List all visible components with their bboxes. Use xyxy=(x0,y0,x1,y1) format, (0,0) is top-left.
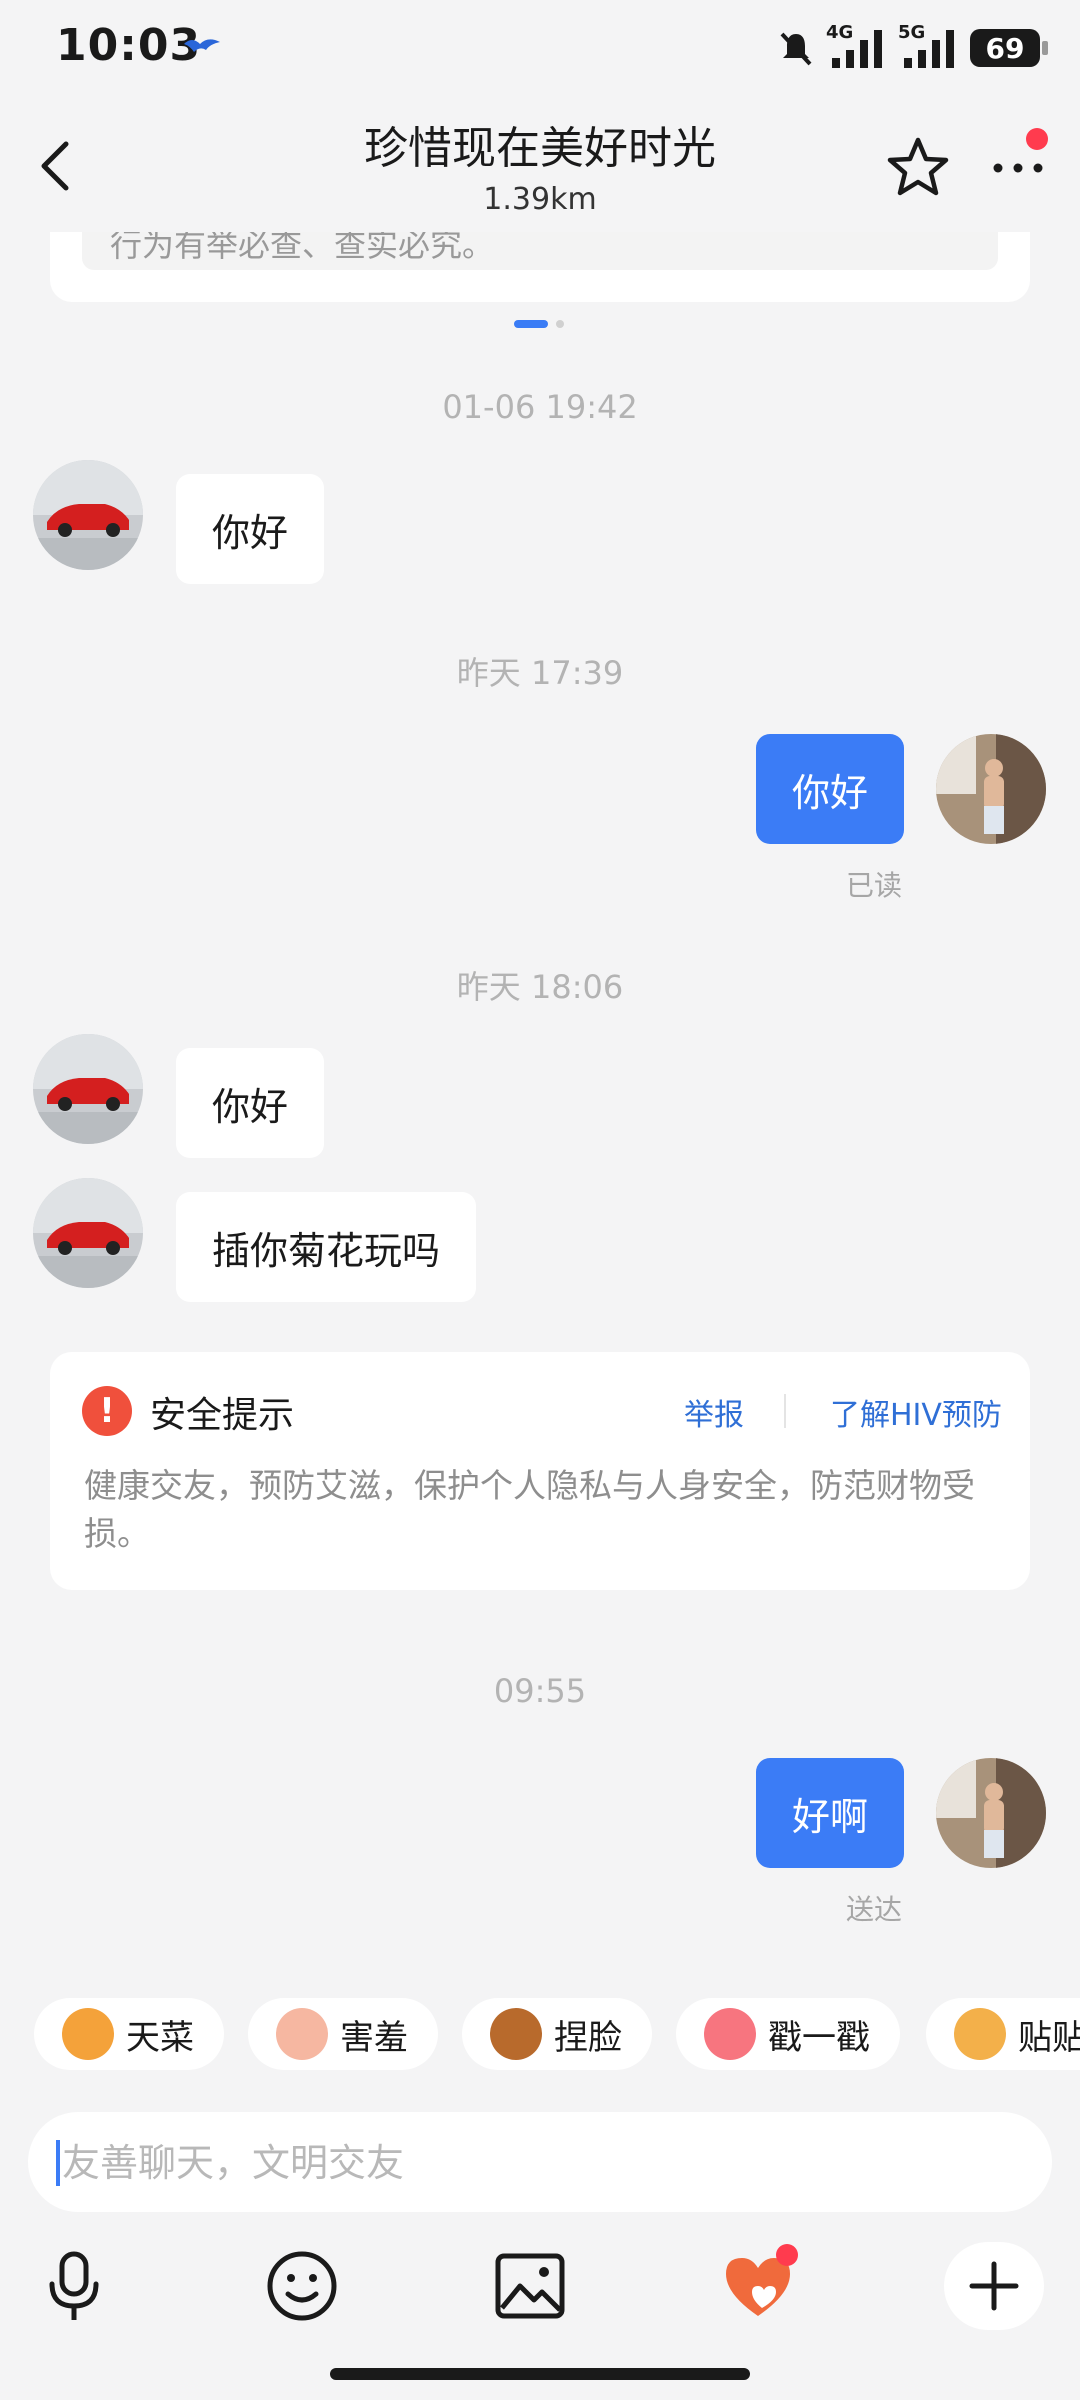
favorite-star-button[interactable] xyxy=(884,134,952,202)
message-input-box[interactable] xyxy=(28,2112,1052,2214)
status-indicators: 4G 5G 69 xyxy=(776,22,1048,72)
bear-icon xyxy=(490,2008,542,2060)
reaction-label: 贴贴 xyxy=(1018,2017,1080,2058)
hiv-prevention-link[interactable]: 了解HIV预防 xyxy=(830,1390,1002,1434)
outgoing-message[interactable]: 你好 xyxy=(756,734,905,844)
reaction-chip-poke[interactable]: 戳一戳 xyxy=(676,1998,900,2070)
incoming-message[interactable]: 你好 xyxy=(176,1048,325,1158)
reaction-chip-shy[interactable]: 害羞 xyxy=(248,1998,438,2070)
my-avatar[interactable] xyxy=(936,734,1046,844)
read-status: 已读 xyxy=(846,869,903,902)
reaction-chip-hug[interactable]: 贴贴 xyxy=(926,1998,1080,2070)
car-avatar-image xyxy=(33,460,143,570)
outgoing-message[interactable]: 好啊 xyxy=(756,1758,905,1868)
battery-indicator: 69 xyxy=(970,29,1048,67)
reaction-chip-tiancai[interactable]: 天菜 xyxy=(34,1998,224,2070)
signal-4g: 4G xyxy=(826,22,888,70)
emoji-icon[interactable] xyxy=(262,2246,342,2326)
carousel-dot-active xyxy=(514,320,548,328)
message-timestamp: 昨天 17:39 xyxy=(456,654,624,692)
car-avatar-image xyxy=(33,1034,143,1144)
home-indicator[interactable] xyxy=(330,2368,750,2380)
delivery-status: 送达 xyxy=(846,1893,903,1926)
user-avatar-image xyxy=(936,734,1046,844)
message-input[interactable] xyxy=(60,2112,1024,2214)
profile-card-text: 行为有举必查、查实必究。 xyxy=(110,232,495,264)
corgi-icon xyxy=(62,2008,114,2060)
shy-face-icon xyxy=(276,2008,328,2060)
profile-card[interactable]: 行为有举必查、查实必究。 xyxy=(50,232,1030,302)
profile-card-notice: 行为有举必查、查实必究。 xyxy=(82,232,998,270)
message-timestamp: 09:55 xyxy=(493,1672,587,1710)
signal-5g: 5G xyxy=(898,22,960,70)
image-icon[interactable] xyxy=(490,2246,570,2326)
safety-tip-body: 健康交友，预防艾滋，保护个人隐私与人身安全，防范财物受损。 xyxy=(84,1466,975,1553)
reaction-label: 捏脸 xyxy=(554,2017,622,2058)
incoming-message[interactable]: 插你菊花玩吗 xyxy=(176,1192,477,1302)
heart-badge xyxy=(776,2244,798,2266)
incoming-message[interactable]: 你好 xyxy=(176,474,325,584)
plus-button[interactable] xyxy=(944,2242,1044,2330)
contact-avatar[interactable] xyxy=(33,1178,143,1288)
safety-tip-card: ! 安全提示 举报 了解HIV预防 健康交友，预防艾滋，保护个人隐私与人身安全，… xyxy=(50,1352,1030,1590)
status-time: 10:03 xyxy=(56,20,202,71)
car-avatar-image xyxy=(33,1178,143,1288)
warning-icon: ! xyxy=(82,1386,132,1436)
reaction-label: 戳一戳 xyxy=(768,2017,870,2058)
carousel-indicator xyxy=(514,320,564,328)
reaction-label: 天菜 xyxy=(126,2017,194,2058)
hug-icon xyxy=(954,2008,1006,2060)
peach-icon xyxy=(704,2008,756,2060)
contact-avatar[interactable] xyxy=(33,1034,143,1144)
app-notification-icon xyxy=(184,39,220,52)
message-timestamp: 01-06 19:42 xyxy=(442,388,638,426)
quick-reactions-bar: 天菜 害羞 捏脸 戳一戳 贴贴 xyxy=(0,1996,1080,2072)
mic-icon[interactable] xyxy=(34,2246,114,2326)
reaction-chip-pinch[interactable]: 捏脸 xyxy=(462,1998,652,2070)
mute-icon xyxy=(780,32,812,66)
signal-bars-icon xyxy=(832,30,882,68)
reaction-label: 害羞 xyxy=(340,2017,408,2058)
notification-badge xyxy=(1026,128,1048,150)
link-divider xyxy=(784,1394,786,1428)
contact-avatar[interactable] xyxy=(33,460,143,570)
safety-tip-title: 安全提示 xyxy=(150,1395,295,1436)
my-avatar[interactable] xyxy=(936,1758,1046,1868)
status-bar: 10:03 4G 5G 69 xyxy=(0,0,1080,96)
report-link[interactable]: 举报 xyxy=(684,1390,744,1434)
plus-icon xyxy=(969,2261,1019,2311)
user-avatar-image xyxy=(936,1758,1046,1868)
carousel-dot xyxy=(556,320,564,328)
signal-bars-icon xyxy=(904,30,954,68)
message-timestamp: 昨天 18:06 xyxy=(456,968,624,1006)
